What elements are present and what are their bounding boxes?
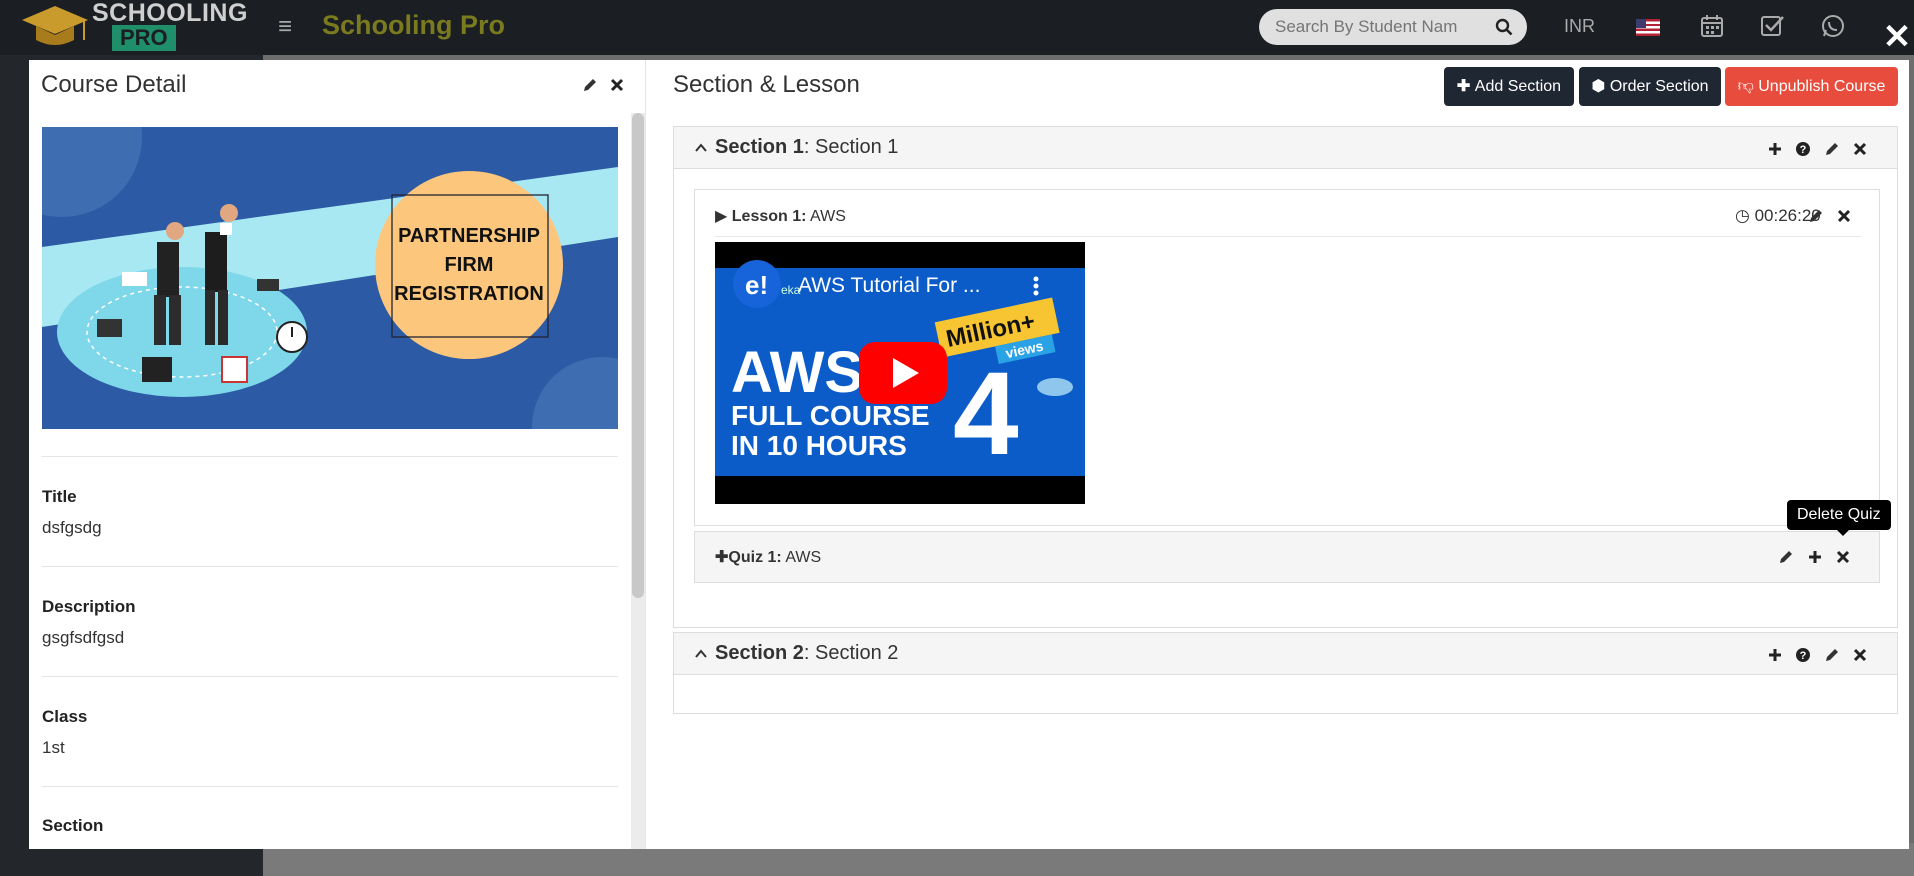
- section-1-header[interactable]: Section 1: Section 1 ?: [674, 127, 1897, 169]
- banner-text-line2: FIRM: [445, 254, 494, 276]
- divider: [42, 786, 618, 787]
- logo-subtext: PRO: [112, 25, 176, 51]
- add-icon[interactable]: [1767, 141, 1783, 157]
- video-heading: AWS: [731, 340, 863, 405]
- logo[interactable]: SCHOOLING PRO: [20, 0, 248, 55]
- chevron-up-icon[interactable]: [694, 141, 708, 155]
- lesson-1-card: ▶︎ Lesson 1: AWS ◷ 00:26:20 e! eka AWS T…: [694, 189, 1880, 526]
- class-label: Class: [42, 707, 88, 726]
- section-1-panel: Section 1: Section 1 ? ▶︎ Lesson 1: AWS …: [673, 126, 1898, 628]
- svg-text:?: ?: [1800, 650, 1807, 662]
- business-handshake-illustration: PARTNERSHIP FIRM REGISTRATION: [42, 127, 618, 429]
- title-label: Title: [42, 487, 77, 506]
- play-circle-icon: ▶︎: [715, 208, 728, 225]
- question-icon[interactable]: ?: [1795, 647, 1811, 663]
- unpublish-label: Unpublish Course: [1758, 78, 1886, 95]
- quiz-1-title: ✚Quiz 1: AWS: [715, 549, 822, 566]
- section-1-title: Section 1: Section 1: [715, 136, 899, 158]
- chevron-up-icon[interactable]: [694, 647, 708, 661]
- whatsapp-icon[interactable]: [1820, 13, 1846, 39]
- close-icon[interactable]: [609, 77, 625, 93]
- add-section-button[interactable]: ✚ Add Section: [1444, 67, 1574, 106]
- description-value: gsgfsdfgsd: [42, 628, 125, 647]
- youtube-video-embed[interactable]: e! eka AWS Tutorial For ... AWS FULL COU…: [715, 242, 1085, 504]
- video-number: 4: [953, 348, 1019, 480]
- currency-selector[interactable]: INR: [1564, 16, 1595, 37]
- top-navbar: SCHOOLING PRO ≡ Schooling Pro INR: [0, 0, 1914, 55]
- delete-icon[interactable]: [1836, 208, 1852, 224]
- section-lesson-panel: Section & Lesson ✚ Add Section ⬢ Order S…: [645, 60, 1909, 849]
- course-modal: Course Detail PARTNERSHIP FIRM REGISTRAT…: [29, 60, 1909, 849]
- video-subheading-2: IN 10 HOURS: [731, 430, 907, 461]
- course-banner-image: PARTNERSHIP FIRM REGISTRATION: [42, 127, 618, 429]
- question-icon[interactable]: ?: [1795, 141, 1811, 157]
- order-section-label: Order Section: [1609, 78, 1709, 95]
- course-detail-title: Course Detail: [41, 71, 187, 98]
- banner-text-line1: PARTNERSHIP: [398, 225, 540, 247]
- app-title: Schooling Pro: [322, 10, 506, 40]
- order-section-button[interactable]: ⬢ Order Section: [1579, 67, 1721, 106]
- video-subheading: FULL COURSE: [731, 400, 930, 431]
- course-detail-panel: Course Detail PARTNERSHIP FIRM REGISTRAT…: [29, 60, 645, 849]
- channel-logo: e!: [745, 270, 768, 300]
- plus-icon[interactable]: ✚: [715, 549, 728, 566]
- delete-quiz-tooltip: Delete Quiz: [1787, 500, 1891, 536]
- cube-icon: ⬢: [1591, 78, 1610, 95]
- section-2-panel: Section 2: Section 2 ?: [673, 632, 1898, 714]
- search-box: [1259, 9, 1527, 45]
- description-label: Description: [42, 597, 136, 616]
- add-icon[interactable]: [1767, 647, 1783, 663]
- scrollbar-thumb[interactable]: [632, 113, 644, 598]
- video-title: AWS Tutorial For ...: [798, 274, 980, 297]
- title-value: dsfgsdg: [42, 518, 102, 537]
- checkbox-icon[interactable]: [1759, 13, 1785, 39]
- edit-pencil-icon[interactable]: [582, 77, 598, 93]
- unpublish-course-button[interactable]: 👎︎ Unpublish Course: [1725, 67, 1898, 106]
- clock-icon: ◷: [1735, 206, 1755, 225]
- thumbs-down-icon: 👎︎: [1737, 78, 1759, 95]
- class-value: 1st: [42, 738, 65, 757]
- svg-text:?: ?: [1800, 144, 1807, 156]
- quiz-1-row: ✚Quiz 1: AWS: [694, 531, 1880, 583]
- edit-pencil-icon[interactable]: [1824, 141, 1840, 157]
- divider: [42, 676, 618, 677]
- menu-icon[interactable]: ≡: [278, 13, 292, 41]
- plus-icon: ✚: [1456, 78, 1475, 95]
- section-label: Section: [42, 816, 104, 835]
- divider: [42, 456, 618, 457]
- edit-pencil-icon[interactable]: [1824, 647, 1840, 663]
- lesson-1-title: ▶︎ Lesson 1: AWS: [715, 208, 846, 225]
- banner-text-line3: REGISTRATION: [394, 283, 544, 305]
- section-2-title: Section 2: Section 2: [715, 642, 899, 664]
- section-lesson-title: Section & Lesson: [673, 71, 860, 98]
- section-2-header[interactable]: Section 2: Section 2 ?: [674, 633, 1897, 675]
- delete-quiz-icon[interactable]: [1835, 549, 1851, 565]
- edit-pencil-icon[interactable]: [1808, 208, 1824, 224]
- video-thumbnail: e! eka AWS Tutorial For ... AWS FULL COU…: [715, 242, 1085, 504]
- search-input[interactable]: [1259, 9, 1469, 45]
- delete-icon[interactable]: [1852, 647, 1868, 663]
- divider: [715, 236, 1861, 237]
- us-flag-icon[interactable]: [1636, 19, 1660, 36]
- edit-pencil-icon[interactable]: [1778, 549, 1794, 565]
- search-icon[interactable]: [1495, 18, 1513, 36]
- close-modal-icon[interactable]: ✕: [1882, 20, 1912, 54]
- calendar-icon[interactable]: [1699, 13, 1725, 39]
- divider: [42, 566, 618, 567]
- add-section-label: Add Section: [1474, 78, 1562, 95]
- logo-text: SCHOOLING: [92, 0, 248, 27]
- delete-icon[interactable]: [1852, 141, 1868, 157]
- add-icon[interactable]: [1807, 549, 1823, 565]
- graduation-cap-icon: [22, 6, 88, 45]
